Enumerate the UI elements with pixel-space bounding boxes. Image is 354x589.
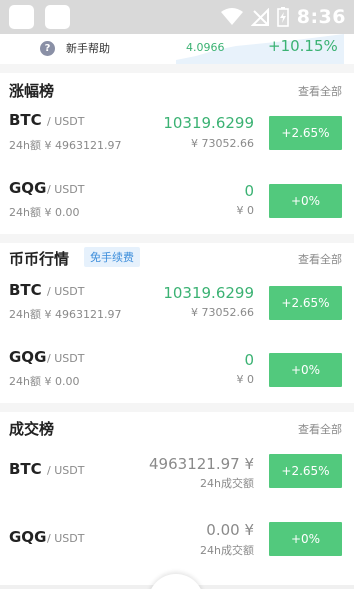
row-symbol: GQG	[9, 348, 47, 366]
wifi-icon	[220, 8, 243, 25]
see-all-volume-link[interactable]: 查看全部	[298, 421, 342, 437]
row-quote: / USDT	[47, 183, 85, 196]
row-amount-label: 24h成交额	[200, 477, 254, 490]
market-row[interactable]: GQG / USDT 24h额 ¥ 0.00 0 ¥ 0 +0%	[0, 345, 354, 405]
change-button[interactable]: +0%	[269, 522, 342, 556]
section-title-gainers: 涨幅榜	[9, 82, 55, 100]
section-title-market: 币币行情	[9, 250, 70, 268]
notification-icon	[45, 5, 70, 29]
market-row[interactable]: GQG / USDT 24h额 ¥ 0.00 0 ¥ 0 +0%	[0, 176, 354, 236]
row-volume: 24h额 ¥ 0.00	[9, 206, 80, 219]
row-volume: 24h额 ¥ 4963121.97	[9, 308, 122, 321]
change-button[interactable]: +0%	[269, 353, 342, 387]
row-price: 10319.6299	[163, 284, 254, 302]
row-quote: / USDT	[47, 352, 85, 365]
mini-price: 4.0966	[186, 41, 225, 54]
see-all-market-link[interactable]: 查看全部	[298, 251, 342, 267]
help-link[interactable]: 新手帮助	[66, 40, 110, 56]
market-row[interactable]: BTC / USDT 4963121.97 ¥ 24h成交额 +2.65%	[0, 450, 354, 510]
row-volume: 24h额 ¥ 0.00	[9, 375, 80, 388]
row-quote: / USDT	[47, 285, 85, 298]
change-button[interactable]: +0%	[269, 184, 342, 218]
row-symbol: GQG	[9, 179, 47, 197]
change-button[interactable]: +2.65%	[269, 116, 342, 150]
row-price: 10319.6299	[163, 114, 254, 132]
market-row[interactable]: BTC / USDT 24h额 ¥ 4963121.97 10319.6299 …	[0, 108, 354, 168]
battery-charging-icon	[276, 7, 289, 27]
row-quote: / USDT	[47, 115, 85, 128]
fee-free-badge: 免手续费	[84, 247, 140, 267]
section-divider	[0, 234, 354, 243]
row-amount: 0.00 ¥	[206, 521, 254, 539]
row-price: 0	[244, 182, 254, 200]
row-price: 0	[244, 351, 254, 369]
market-row[interactable]: BTC / USDT 24h额 ¥ 4963121.97 10319.6299 …	[0, 278, 354, 338]
no-signal-icon	[250, 8, 269, 26]
status-icons: 8:36	[220, 5, 346, 29]
top-strip: ? 新手帮助 4.0966 +10.15%	[0, 34, 354, 64]
row-quote: / USDT	[47, 464, 85, 477]
row-amount: 4963121.97 ¥	[149, 455, 254, 473]
row-symbol: BTC	[9, 111, 42, 129]
row-quote: / USDT	[47, 532, 85, 545]
help-icon[interactable]: ?	[40, 41, 55, 56]
section-divider	[0, 403, 354, 412]
clock-time: 8:36	[296, 6, 346, 28]
row-cny: ¥ 0	[236, 204, 255, 217]
section-title-volume: 成交榜	[9, 420, 55, 438]
mini-change: +10.15%	[268, 37, 338, 55]
row-volume: 24h额 ¥ 4963121.97	[9, 139, 122, 152]
change-button[interactable]: +2.65%	[269, 454, 342, 488]
section-divider	[0, 64, 354, 73]
row-cny: ¥ 73052.66	[191, 137, 254, 150]
see-all-gainers-link[interactable]: 查看全部	[298, 83, 342, 99]
row-symbol: GQG	[9, 528, 47, 546]
notification-icon	[9, 5, 34, 29]
row-symbol: BTC	[9, 460, 42, 478]
market-row[interactable]: GQG / USDT 0.00 ¥ 24h成交额 +0%	[0, 518, 354, 578]
change-button[interactable]: +2.65%	[269, 286, 342, 320]
row-amount-label: 24h成交额	[200, 544, 254, 557]
row-symbol: BTC	[9, 281, 42, 299]
row-cny: ¥ 73052.66	[191, 306, 254, 319]
status-bar: 8:36	[0, 0, 354, 34]
row-cny: ¥ 0	[236, 373, 255, 386]
